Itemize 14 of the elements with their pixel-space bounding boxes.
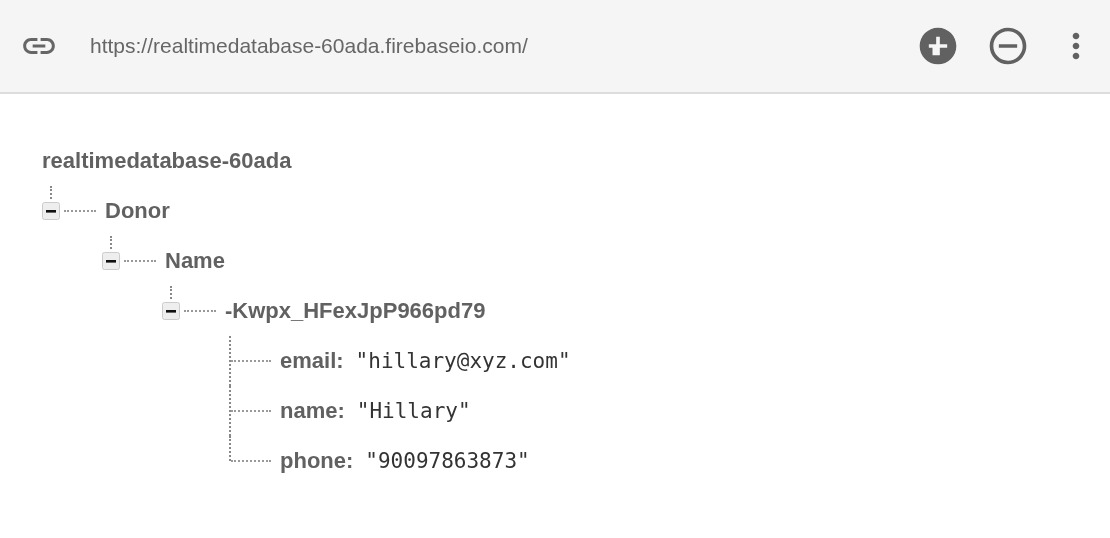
database-url[interactable]: https://realtimedatabase-60ada.firebaseio.com/	[90, 34, 528, 58]
field-value[interactable]: "90097863873"	[365, 449, 530, 473]
collapse-icon[interactable]	[162, 302, 180, 320]
field-key[interactable]: phone:	[280, 448, 354, 474]
node-key[interactable]: Name	[165, 248, 225, 274]
field-key[interactable]: name:	[280, 398, 345, 424]
node-key[interactable]: Donor	[105, 198, 170, 224]
collapse-icon[interactable]	[102, 252, 120, 270]
root-node[interactable]: realtimedatabase-60ada	[42, 148, 292, 174]
field-value[interactable]: "hillary@xyz.com"	[355, 349, 571, 373]
collapse-icon[interactable]	[42, 202, 60, 220]
field-key[interactable]: email:	[280, 348, 344, 374]
field-value[interactable]: "Hillary"	[356, 399, 471, 423]
node-key[interactable]: -Kwpx_HFexJpP966pd79	[225, 298, 486, 324]
